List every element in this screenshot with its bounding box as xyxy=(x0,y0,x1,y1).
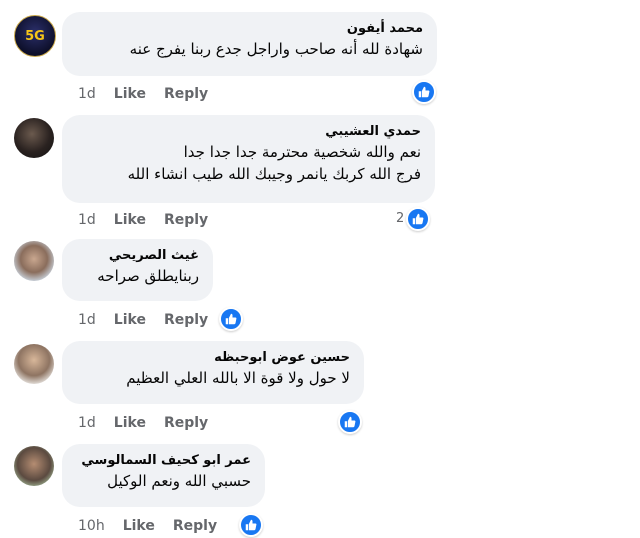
comment-time[interactable]: 1d xyxy=(78,85,96,103)
comment-bubble: غيث الصريحي ربنايطلق صراحه xyxy=(62,239,213,301)
comment-author[interactable]: عمر ابو كحيف السمالوسي xyxy=(76,452,251,470)
avatar[interactable] xyxy=(14,118,54,158)
like-button[interactable]: Like xyxy=(114,211,146,229)
comment-bubble: محمد أيفون شهادة لله أنه صاحب واراجل جدع… xyxy=(62,12,437,76)
reaction-summary[interactable] xyxy=(412,80,436,104)
avatar-label: 5G xyxy=(25,28,45,44)
reaction-count: 2 xyxy=(396,211,405,226)
comment-actions: 1d Like Reply xyxy=(78,311,208,329)
like-button[interactable]: Like xyxy=(114,311,146,329)
comment-text: لا حول ولا قوة الا بالله العلي العظيم xyxy=(126,369,350,387)
like-reaction-icon xyxy=(406,207,431,231)
avatar[interactable]: 5G xyxy=(14,15,56,57)
comment-text: ربنايطلق صراحه xyxy=(97,267,199,285)
reaction-summary[interactable]: 2 xyxy=(396,207,431,231)
comment-actions: 1d Like Reply xyxy=(78,85,208,103)
like-button[interactable]: Like xyxy=(123,517,155,535)
reply-button[interactable]: Reply xyxy=(164,85,208,103)
like-reaction-icon xyxy=(239,513,263,537)
comment-time[interactable]: 1d xyxy=(78,211,96,229)
comment-actions: 10h Like Reply xyxy=(78,517,217,535)
like-button[interactable]: Like xyxy=(114,85,146,103)
reply-button[interactable]: Reply xyxy=(164,414,208,432)
reply-button[interactable]: Reply xyxy=(164,211,208,229)
comment-bubble: حمدي العشيبي نعم والله شخصية محترمة جدا … xyxy=(62,115,435,203)
like-reaction-icon xyxy=(219,307,243,331)
reaction-summary[interactable] xyxy=(338,410,362,434)
comment-actions: 1d Like Reply xyxy=(78,414,208,432)
avatar[interactable] xyxy=(14,446,54,486)
comment-actions: 1d Like Reply xyxy=(78,211,208,229)
comment-author[interactable]: حسين عوض ابوحبظه xyxy=(76,349,350,367)
comment-bubble: حسين عوض ابوحبظه لا حول ولا قوة الا بالل… xyxy=(62,341,364,404)
comment-time[interactable]: 1d xyxy=(78,414,96,432)
like-reaction-icon xyxy=(412,80,436,104)
reply-button[interactable]: Reply xyxy=(173,517,217,535)
like-reaction-icon xyxy=(338,410,362,434)
comment-bubble: عمر ابو كحيف السمالوسي حسبي الله ونعم ال… xyxy=(62,444,265,507)
comment-text: نعم والله شخصية محترمة جدا جدا جدا xyxy=(183,143,421,161)
comment-time[interactable]: 1d xyxy=(78,311,96,329)
reply-button[interactable]: Reply xyxy=(164,311,208,329)
reaction-summary[interactable] xyxy=(219,307,243,331)
avatar[interactable] xyxy=(14,344,54,384)
comment-author[interactable]: حمدي العشيبي xyxy=(76,123,421,141)
comment-author[interactable]: محمد أيفون xyxy=(76,20,423,38)
comment-text: شهادة لله أنه صاحب واراجل جدع ربنا يفرج … xyxy=(129,40,423,58)
comment-text: حسبي الله ونعم الوكيل xyxy=(107,472,251,490)
comment-text: فرج الله كربك يانمر وجيبك الله طيب انشاء… xyxy=(127,165,421,183)
comment-time[interactable]: 10h xyxy=(78,517,105,535)
reaction-summary[interactable] xyxy=(239,513,263,537)
avatar[interactable] xyxy=(14,241,54,281)
like-button[interactable]: Like xyxy=(114,414,146,432)
comment-author[interactable]: غيث الصريحي xyxy=(76,247,199,265)
